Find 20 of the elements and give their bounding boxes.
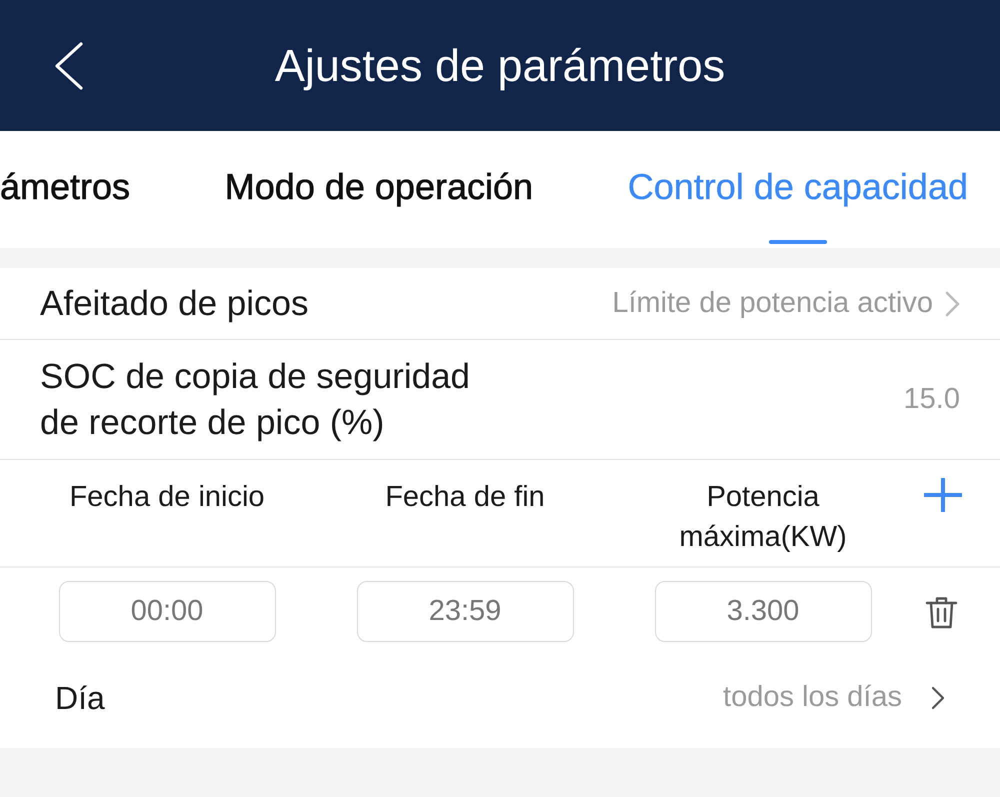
tab[interactable]: ámetros bbox=[0, 131, 130, 248]
setting-value[interactable]: Límite de potencia activo bbox=[612, 282, 933, 326]
day-label: Día bbox=[55, 678, 105, 718]
page-title: Ajustes de parámetros bbox=[274, 38, 726, 92]
setting-value[interactable]: 15.0 bbox=[904, 378, 960, 422]
column-header: Potencia máxima(KW) bbox=[678, 480, 848, 555]
setting-label: Afeitado de picos bbox=[40, 282, 309, 324]
tab[interactable]: Modo de operación bbox=[224, 131, 534, 248]
day-value[interactable]: todos los días bbox=[723, 676, 902, 720]
max-power-field[interactable]: 3.300 bbox=[654, 581, 872, 642]
add-icon[interactable] bbox=[924, 478, 962, 512]
back-icon[interactable] bbox=[54, 42, 84, 90]
setting-label: SOC de copia de seguridad de recorte de pico (%) bbox=[40, 356, 471, 444]
column-header: Fecha de fin bbox=[385, 480, 545, 515]
end-time-field[interactable]: 23:59 bbox=[356, 581, 574, 642]
chevron-right-icon[interactable] bbox=[931, 686, 945, 710]
column-header: Fecha de inicio bbox=[69, 480, 265, 515]
trash-icon[interactable] bbox=[925, 596, 958, 629]
tab[interactable]: Control de capacidad bbox=[628, 131, 968, 248]
start-time-field[interactable]: 00:00 bbox=[58, 581, 276, 642]
